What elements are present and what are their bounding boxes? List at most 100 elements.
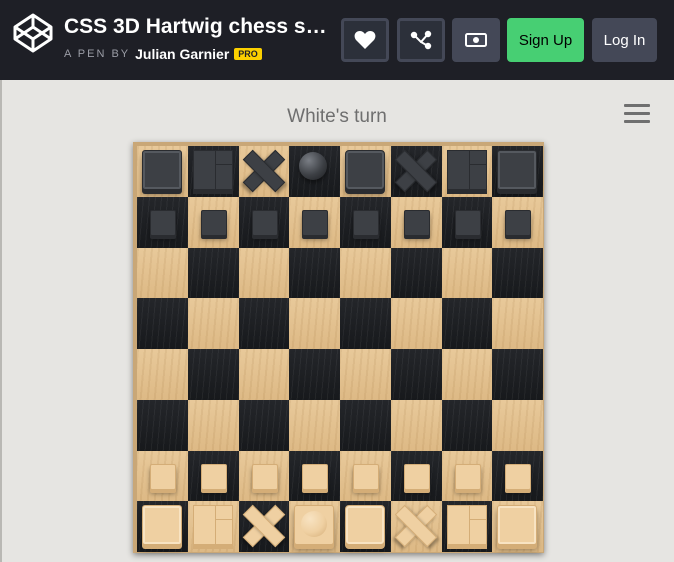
square-e3[interactable]	[340, 399, 391, 451]
sign-up-button[interactable]: Sign Up	[507, 18, 584, 62]
square-e4[interactable]	[340, 349, 391, 400]
black-pawn-icon[interactable]	[505, 209, 532, 236]
square-a8[interactable]	[137, 146, 188, 197]
square-h2[interactable]	[492, 450, 543, 502]
black-bishop-icon[interactable]	[244, 151, 282, 189]
square-f1[interactable]	[390, 501, 442, 552]
square-b6[interactable]	[187, 247, 239, 299]
square-b2[interactable]	[187, 450, 239, 502]
square-c2[interactable]	[238, 450, 290, 502]
square-f8[interactable]	[390, 146, 442, 197]
fork-button[interactable]	[397, 18, 445, 62]
white-queen-icon[interactable]	[345, 505, 385, 546]
square-f3[interactable]	[390, 399, 442, 451]
square-c7[interactable]	[238, 196, 290, 248]
black-pawn-icon[interactable]	[353, 209, 379, 236]
black-pawn-icon[interactable]	[454, 209, 481, 236]
square-d1[interactable]	[289, 501, 340, 552]
black-rook-icon[interactable]	[142, 150, 182, 190]
white-pawn-icon[interactable]	[505, 463, 532, 490]
white-pawn-icon[interactable]	[353, 463, 379, 490]
white-pawn-icon[interactable]	[251, 463, 278, 490]
square-b1[interactable]	[187, 501, 239, 552]
square-d3[interactable]	[289, 399, 340, 451]
white-rook-icon[interactable]	[497, 505, 538, 546]
square-c5[interactable]	[238, 298, 290, 349]
square-f4[interactable]	[390, 349, 442, 400]
black-pawn-icon[interactable]	[251, 209, 278, 236]
white-knight-icon[interactable]	[446, 505, 487, 546]
square-e2[interactable]	[340, 450, 391, 502]
square-a3[interactable]	[137, 399, 188, 451]
white-pawn-icon[interactable]	[454, 463, 481, 490]
square-e1[interactable]	[340, 501, 391, 552]
square-e7[interactable]	[340, 196, 391, 248]
square-h4[interactable]	[492, 349, 543, 400]
square-h1[interactable]	[492, 501, 543, 552]
square-c3[interactable]	[238, 399, 290, 451]
black-pawn-icon[interactable]	[200, 209, 227, 236]
black-pawn-icon[interactable]	[150, 209, 176, 236]
square-g2[interactable]	[441, 450, 493, 502]
square-e5[interactable]	[340, 298, 391, 349]
square-g3[interactable]	[441, 399, 493, 451]
square-e8[interactable]	[340, 146, 391, 197]
square-g7[interactable]	[441, 196, 493, 248]
square-a2[interactable]	[137, 450, 188, 502]
square-c1[interactable]	[238, 501, 290, 552]
square-a4[interactable]	[137, 349, 188, 400]
white-knight-icon[interactable]	[192, 505, 233, 546]
heart-button[interactable]	[341, 18, 389, 62]
white-bishop-icon[interactable]	[396, 506, 434, 544]
square-a7[interactable]	[137, 196, 188, 248]
square-g5[interactable]	[441, 298, 493, 349]
black-king-icon[interactable]	[294, 150, 332, 188]
square-c8[interactable]	[238, 146, 290, 197]
black-rook-icon[interactable]	[497, 150, 538, 190]
square-c4[interactable]	[238, 349, 290, 400]
white-bishop-icon[interactable]	[244, 506, 282, 544]
white-pawn-icon[interactable]	[150, 463, 176, 490]
hamburger-menu-icon[interactable]	[624, 104, 650, 126]
square-d5[interactable]	[289, 298, 340, 349]
square-d4[interactable]	[289, 349, 340, 400]
black-bishop-icon[interactable]	[396, 151, 434, 189]
square-b3[interactable]	[187, 399, 239, 451]
white-king-icon[interactable]	[294, 505, 335, 546]
square-g4[interactable]	[441, 349, 493, 400]
square-b4[interactable]	[187, 349, 239, 400]
black-knight-icon[interactable]	[192, 150, 233, 190]
square-f6[interactable]	[390, 247, 442, 299]
square-c6[interactable]	[238, 247, 290, 299]
white-pawn-icon[interactable]	[302, 463, 329, 490]
black-pawn-icon[interactable]	[403, 209, 430, 236]
square-d2[interactable]	[289, 450, 340, 502]
square-a1[interactable]	[137, 501, 188, 552]
black-pawn-icon[interactable]	[302, 209, 329, 236]
square-h8[interactable]	[492, 146, 543, 197]
square-f7[interactable]	[390, 196, 442, 248]
square-g8[interactable]	[441, 146, 493, 197]
square-b7[interactable]	[187, 196, 239, 248]
square-g1[interactable]	[441, 501, 493, 552]
square-h6[interactable]	[492, 247, 543, 299]
square-d8[interactable]	[289, 146, 340, 197]
square-h5[interactable]	[492, 298, 543, 349]
square-d6[interactable]	[289, 247, 340, 299]
square-h3[interactable]	[492, 399, 543, 451]
square-f5[interactable]	[390, 298, 442, 349]
black-queen-icon[interactable]	[345, 150, 385, 190]
square-a5[interactable]	[137, 298, 188, 349]
author-link[interactable]: Julian Garnier	[135, 46, 229, 62]
square-b8[interactable]	[187, 146, 239, 197]
codepen-logo-icon[interactable]	[12, 12, 54, 54]
square-e6[interactable]	[340, 247, 391, 299]
pen-title[interactable]: CSS 3D Hartwig chess set ...	[64, 15, 332, 39]
log-in-button[interactable]: Log In	[592, 18, 657, 62]
white-pawn-icon[interactable]	[403, 463, 430, 490]
square-a6[interactable]	[137, 247, 188, 299]
square-b5[interactable]	[187, 298, 239, 349]
black-knight-icon[interactable]	[446, 150, 487, 190]
view-button[interactable]	[452, 18, 500, 62]
square-f2[interactable]	[390, 450, 442, 502]
